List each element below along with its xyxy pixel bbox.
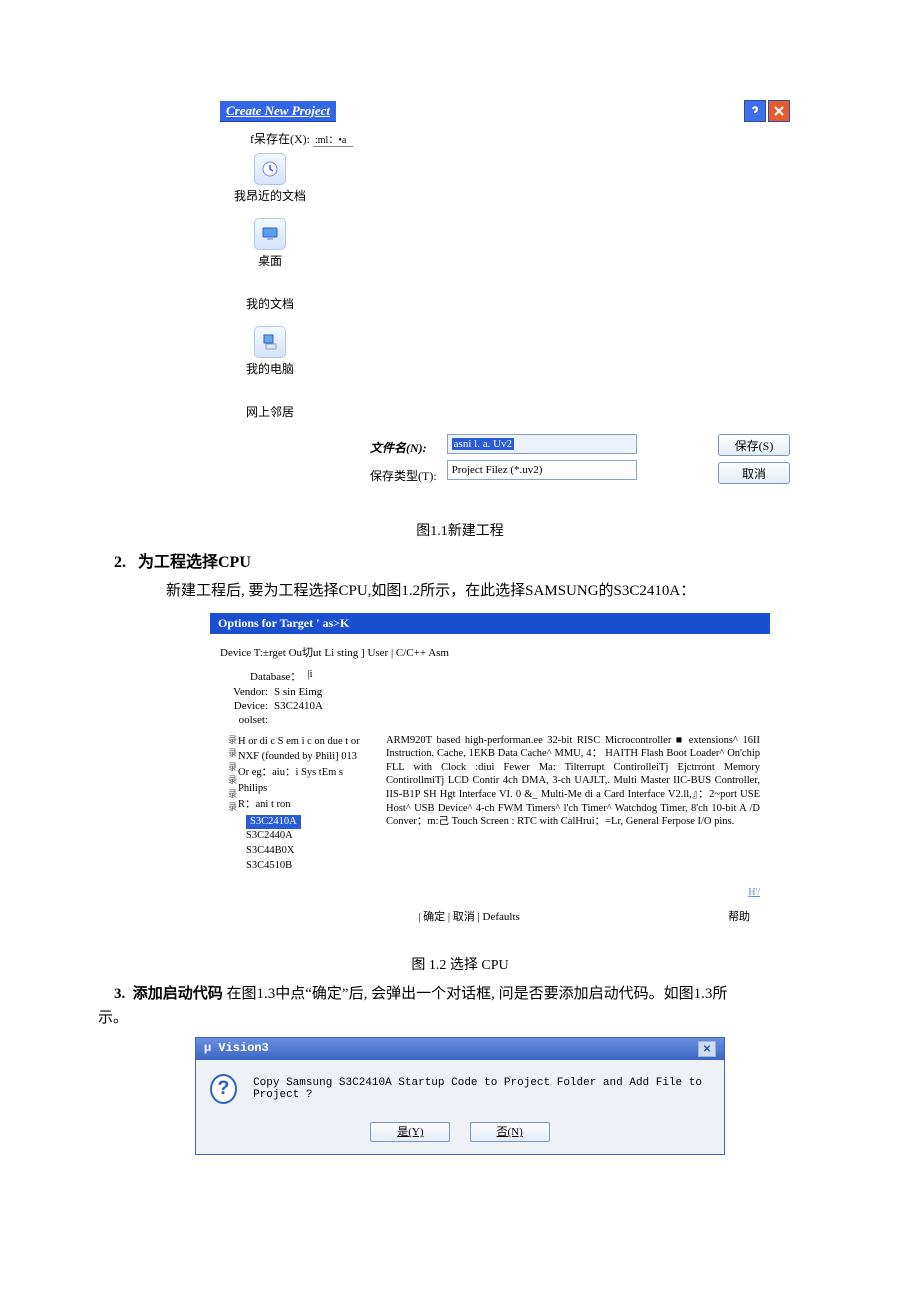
- tree-item[interactable]: S3C4510B: [246, 859, 370, 874]
- create-project-dialog: Create New Project f呆存在(X): :ml：•a: [220, 100, 790, 490]
- database-label: Database：: [250, 668, 301, 684]
- confirm-title: μ Vision3: [204, 1041, 269, 1057]
- options-title: Options for Target ' as>K: [210, 613, 770, 634]
- filetype-label: 保存类型(T):: [370, 462, 437, 490]
- options-tabs[interactable]: Device T:±rget Ou切ut Li sting ] User | C…: [210, 634, 770, 666]
- place-computer[interactable]: 我的电脑: [230, 326, 310, 377]
- place-recent[interactable]: 我昂近的文档: [230, 153, 310, 204]
- desktop-icon: [254, 218, 286, 250]
- figure-1-2-caption: 图 1.2 选择 CPU: [130, 954, 790, 974]
- device-label: Device:: [220, 700, 268, 712]
- dialog-title: Create New Project: [220, 101, 336, 122]
- help-button[interactable]: [744, 100, 766, 122]
- tree-selected[interactable]: S3C2410A: [246, 815, 301, 830]
- place-desktop[interactable]: 桌面: [230, 218, 310, 269]
- toolset-label: oolset:: [220, 714, 268, 726]
- section-3-body: 在图1.3中点“确定”后, 会弹出一个对话框, 问是否要添加启动代码。如图1.3…: [227, 986, 728, 1002]
- place-network[interactable]: 网上邻居: [230, 403, 310, 420]
- confirm-message: Copy Samsung S3C2410A Startup Code to Pr…: [253, 1077, 710, 1101]
- save-button[interactable]: 保存(S): [718, 434, 790, 456]
- computer-icon: [254, 326, 286, 358]
- section-2-body: 新建工程后, 要为工程选择CPU,如图1.2所示，在此选择SAMSUNG的S3C…: [166, 580, 790, 603]
- close-button[interactable]: [768, 100, 790, 122]
- no-button[interactable]: 否(N): [470, 1122, 550, 1142]
- options-buttons[interactable]: | 确定 | 取消 | Defaults: [418, 911, 520, 923]
- options-help[interactable]: 帮助: [728, 908, 750, 924]
- filetype-select[interactable]: Project Filez (*.uv2): [447, 460, 637, 480]
- savein-combo[interactable]: :ml：•a: [313, 131, 353, 147]
- tree-item[interactable]: S3C44B0X: [246, 844, 370, 859]
- section-3-heading: 添加启动代码: [133, 986, 223, 1002]
- confirm-dialog: μ Vision3 ✕ ? Copy Samsung S3C2410A Star…: [195, 1037, 725, 1155]
- question-icon: ?: [210, 1074, 237, 1104]
- section-3-num: 3.: [114, 986, 125, 1002]
- figure-1-1-caption: 图1.1新建工程: [130, 520, 790, 540]
- device-value: S3C2410A: [274, 700, 323, 712]
- section-3-tail: 示。: [98, 1006, 790, 1027]
- filename-input[interactable]: asni l. a. Uv2: [447, 434, 637, 454]
- filename-label: 文件名(N):: [370, 434, 437, 462]
- place-mydocs[interactable]: 我的文档: [230, 295, 310, 312]
- cancel-button[interactable]: 取消: [718, 462, 790, 484]
- tree-item[interactable]: S3C2440A: [246, 829, 370, 844]
- places-bar: 我昂近的文档 桌面 我的文档 我的电脑: [230, 153, 790, 420]
- savein-label: f呆存在(X):: [250, 130, 310, 147]
- recent-docs-icon: [254, 153, 286, 185]
- hv-link[interactable]: H'/: [210, 887, 760, 898]
- vendor-label: Vendor:: [220, 686, 268, 698]
- yes-button[interactable]: 是(Y): [370, 1122, 450, 1142]
- device-description: ARM920T based high-performan.ee 32-bit R…: [386, 734, 760, 874]
- vendor-value: S sin Eimg: [274, 686, 322, 698]
- section-2-heading: 2. 为工程选择CPU: [114, 548, 790, 572]
- database-value: |i: [307, 668, 312, 684]
- options-dialog: Options for Target ' as>K Device T:±rget…: [210, 613, 770, 925]
- close-icon[interactable]: ✕: [698, 1041, 716, 1057]
- device-tree[interactable]: 录录录录录录 H or di c S em i c on due t or NX…: [220, 734, 370, 874]
